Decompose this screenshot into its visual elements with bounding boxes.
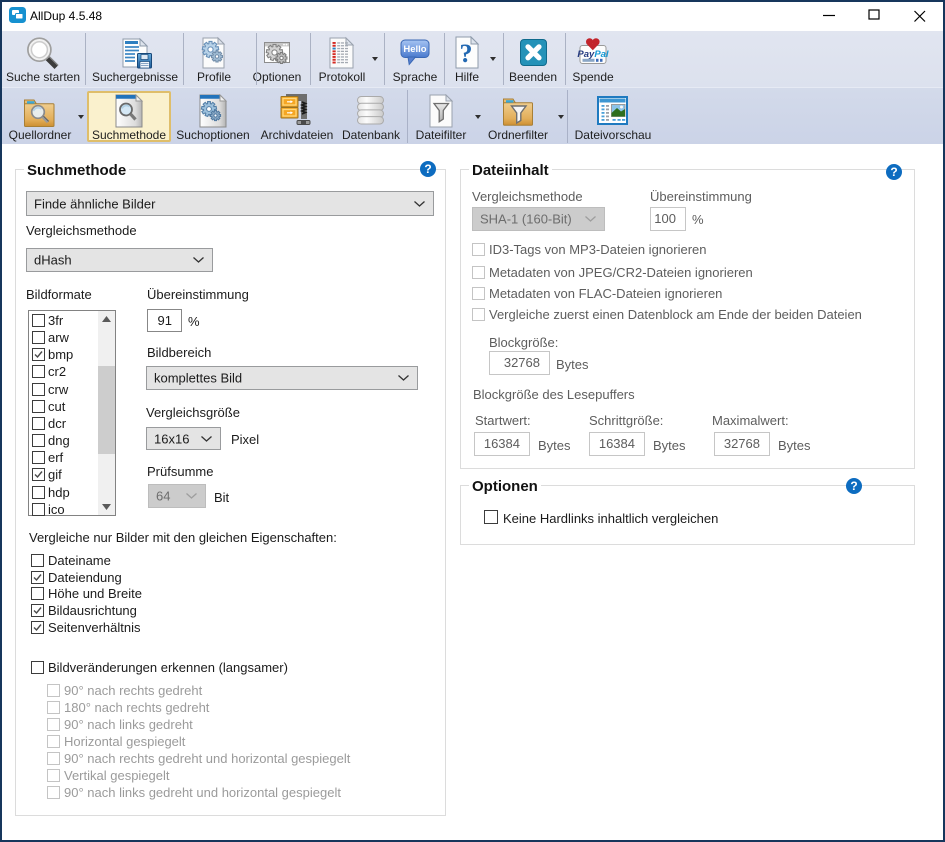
svg-text:?: ? [460,39,473,68]
svg-text:PayPal: PayPal [577,49,609,60]
svg-text:Hello: Hello [403,44,426,55]
